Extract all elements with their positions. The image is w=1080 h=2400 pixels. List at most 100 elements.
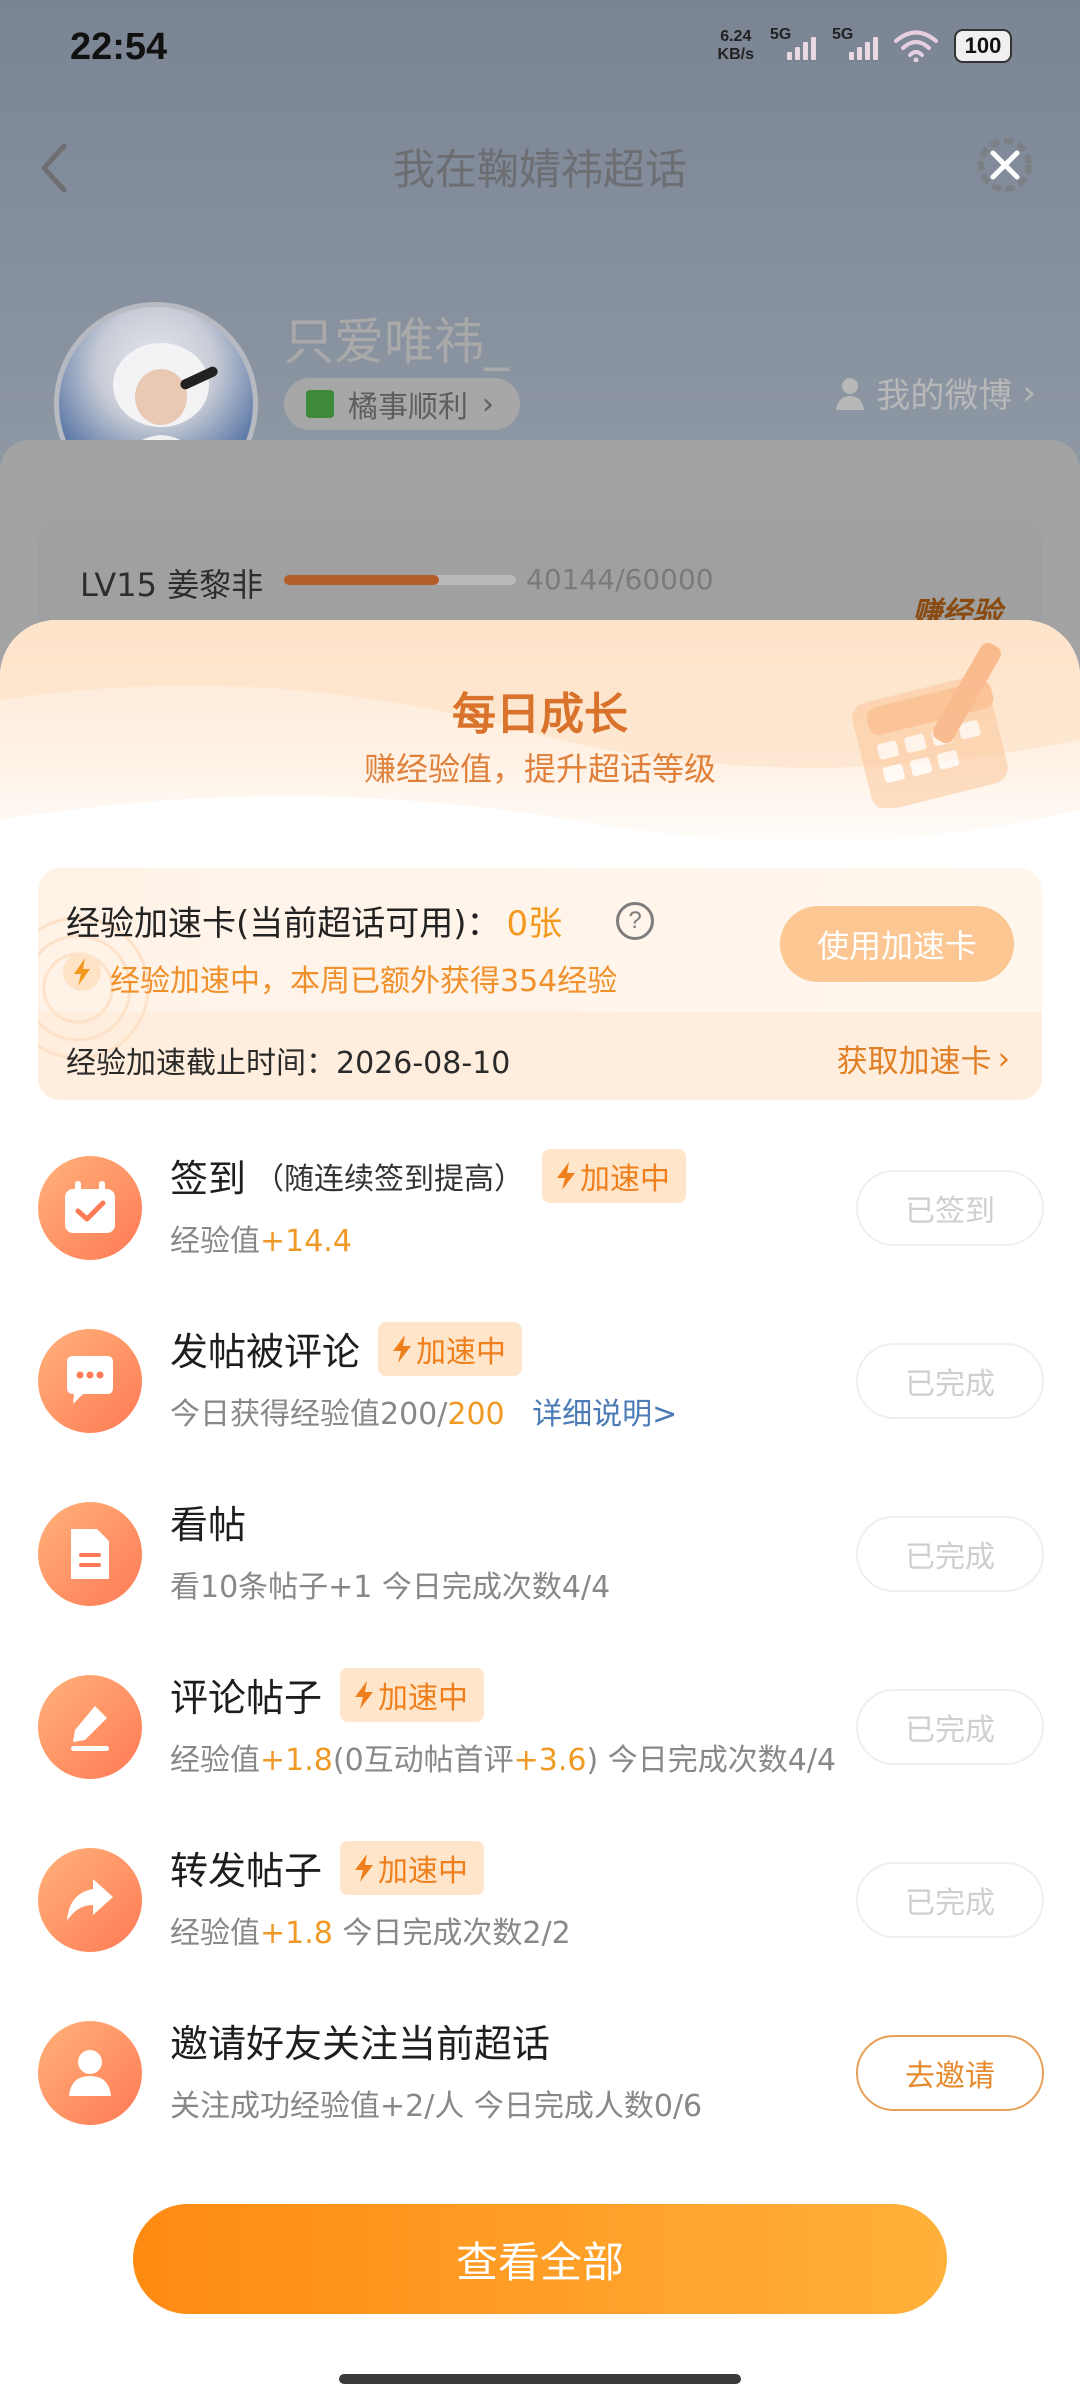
boost-card: 经验加速卡(当前超话可用)： 0张 ? 经验加速中，本周已额外获得354经验 使… [38,868,1042,1100]
view-all-button[interactable]: 查看全部 [133,2204,947,2314]
task-title: 签到 （随连续签到提高） 加速中 [170,1148,687,1203]
battery-indicator: 100 [954,29,1012,63]
completed-button[interactable]: 已完成 [856,1343,1044,1419]
task-icon [38,1329,142,1433]
boost-card-title: 经验加速卡(当前超话可用)： 0张 [66,896,562,945]
boosting-badge: 加速中 [542,1148,687,1203]
get-boost-card-link[interactable]: 获取加速卡 › [837,1036,1010,1081]
checked-in-button[interactable]: 已签到 [856,1170,1044,1246]
lightning-icon [355,1853,374,1882]
person-icon [69,2050,111,2096]
task-title-text: 邀请好友关注当前超话 [170,2022,551,2066]
task-title: 转发帖子 加速中 [170,1840,485,1895]
task-description: 经验值+14.4 [170,1216,352,1260]
sheet-subtitle: 赚经验值，提升超话等级 [363,750,716,788]
task-description: 经验值+1.8 今日完成次数2/2 [170,1908,571,1952]
boosting-badge-label: 加速中 [378,1680,469,1716]
task-title-text: 转发帖子 [170,1849,323,1893]
network-speed-value: 6.24 [720,28,752,45]
boosting-badge: 加速中 [378,1321,523,1376]
signal-icon: 5G [770,26,816,64]
task-title: 邀请好友关注当前超话 [170,2013,550,2068]
task-title-text: 看帖 [170,1503,247,1547]
status-bar: 22:54 6.24 KB/s 5G 5G 100 [0,0,1080,100]
boosting-badge: 加速中 [340,1840,485,1895]
completed-button[interactable]: 已完成 [856,1862,1044,1938]
task-title: 看帖 [170,1494,246,1549]
document-icon [71,1529,109,1579]
task-icon [38,1502,142,1606]
invite-button[interactable]: 去邀请 [856,2035,1044,2111]
daily-growth-sheet: 每日成长 赚经验值，提升超话等级 经验加速卡(当前超话可用)： 0张 ? 经验加… [0,620,1080,2400]
task-title: 发帖被评论 加速中 [170,1321,523,1376]
task-title-note: （随连续签到提高） [254,1161,525,1197]
task-post-commented: 发帖被评论 加速中 今日获得经验值200/200 详细说明> 已完成 [0,1293,1080,1465]
page-title: 我在鞠婧祎超话 [392,145,687,194]
task-desc-text: 经验值 [170,1743,260,1778]
task-desc-value: 200 [447,1397,505,1432]
task-description: 今日获得经验值200/200 详细说明> [170,1389,677,1433]
task-repost: 转发帖子 加速中 经验值+1.8 今日完成次数2/2 已完成 [0,1812,1080,1984]
task-desc-post: 今日完成次数2/2 [332,1916,571,1951]
task-icon [38,2021,142,2125]
completed-button[interactable]: 已完成 [856,1689,1044,1765]
my-weibo-link[interactable]: 我的微博 › [834,368,1036,417]
chat-bubble-icon [67,1356,113,1404]
wifi-icon [894,30,938,62]
task-desc-value: +14.4 [260,1224,352,1259]
task-description: 经验值+1.8(0互动帖首评+3.6) 今日完成次数4/4 [170,1735,836,1779]
task-desc-mid: (0互动帖首评 [332,1743,514,1778]
share-arrow-icon [67,1879,113,1921]
user-icon [836,377,865,410]
level-progress-fill [284,575,440,585]
sheet-title: 每日成长 [452,689,628,740]
task-icon [38,1848,142,1952]
chevron-right-icon: › [997,1040,1010,1077]
status-time: 22:54 [70,26,168,68]
lightning-icon [63,953,101,991]
task-icon [38,1156,142,1260]
boosting-badge-label: 加速中 [580,1161,671,1197]
task-desc-value: +1.8 [260,1743,333,1778]
task-title: 评论帖子 加速中 [170,1667,485,1722]
task-desc-value-2: +3.6 [513,1743,587,1778]
lightning-icon [557,1161,576,1190]
medal-label: 橘事顺利 [348,390,468,425]
task-desc-text: 经验值 [170,1916,260,1951]
boost-deadline: 经验加速截止时间：2026-08-10 [66,1046,511,1081]
task-comment-posts: 评论帖子 加速中 经验值+1.8(0互动帖首评+3.6) 今日完成次数4/4 已… [0,1639,1080,1811]
task-desc-post: ) 今日完成次数4/4 [586,1743,837,1778]
network-speed-unit: KB/s [717,46,754,63]
task-icon [38,1675,142,1779]
help-icon[interactable]: ? [616,902,654,940]
chevron-right-icon: › [482,386,494,422]
medal-icon [306,390,334,418]
level-label: LV15 姜黎非 [80,566,264,604]
use-boost-card-button[interactable]: 使用加速卡 [780,906,1014,982]
medal-tag[interactable]: 橘事顺利 › [284,378,520,430]
task-desc-value: +1.8 [260,1916,333,1951]
task-description: 关注成功经验值+2/人 今日完成人数0/6 [170,2089,703,2124]
lightning-icon [355,1680,374,1709]
details-link[interactable]: 详细说明> [532,1397,677,1432]
task-checkin: 签到 （随连续签到提高） 加速中 经验值+14.4 已签到 [0,1120,1080,1292]
boost-card-count: 0张 [506,904,563,944]
network-speed: 6.24 KB/s [718,28,754,64]
username: 只爱唯祎_ [284,313,509,371]
signal-icon: 5G [832,26,878,64]
boost-status-text: 经验加速中，本周已额外获得354经验 [110,964,618,999]
task-title-text: 签到 [170,1157,247,1201]
level-progress-text: 40144/60000 [526,563,714,596]
level-progress-bar [284,575,516,585]
completed-button[interactable]: 已完成 [856,1516,1044,1592]
gear-icon[interactable] [970,130,1040,200]
calendar-check-icon [65,1181,115,1233]
lightning-icon [393,1334,412,1363]
status-icons: 6.24 KB/s 5G 5G 100 [718,26,1012,64]
task-title-text: 评论帖子 [170,1676,323,1720]
task-desc-text: 经验值 [170,1224,260,1259]
home-indicator[interactable] [339,2374,741,2384]
task-description: 看10条帖子+1 今日完成次数4/4 [170,1570,611,1605]
task-title-text: 发帖被评论 [170,1330,361,1374]
boost-card-title-text: 经验加速卡(当前超话可用)： [66,904,501,944]
